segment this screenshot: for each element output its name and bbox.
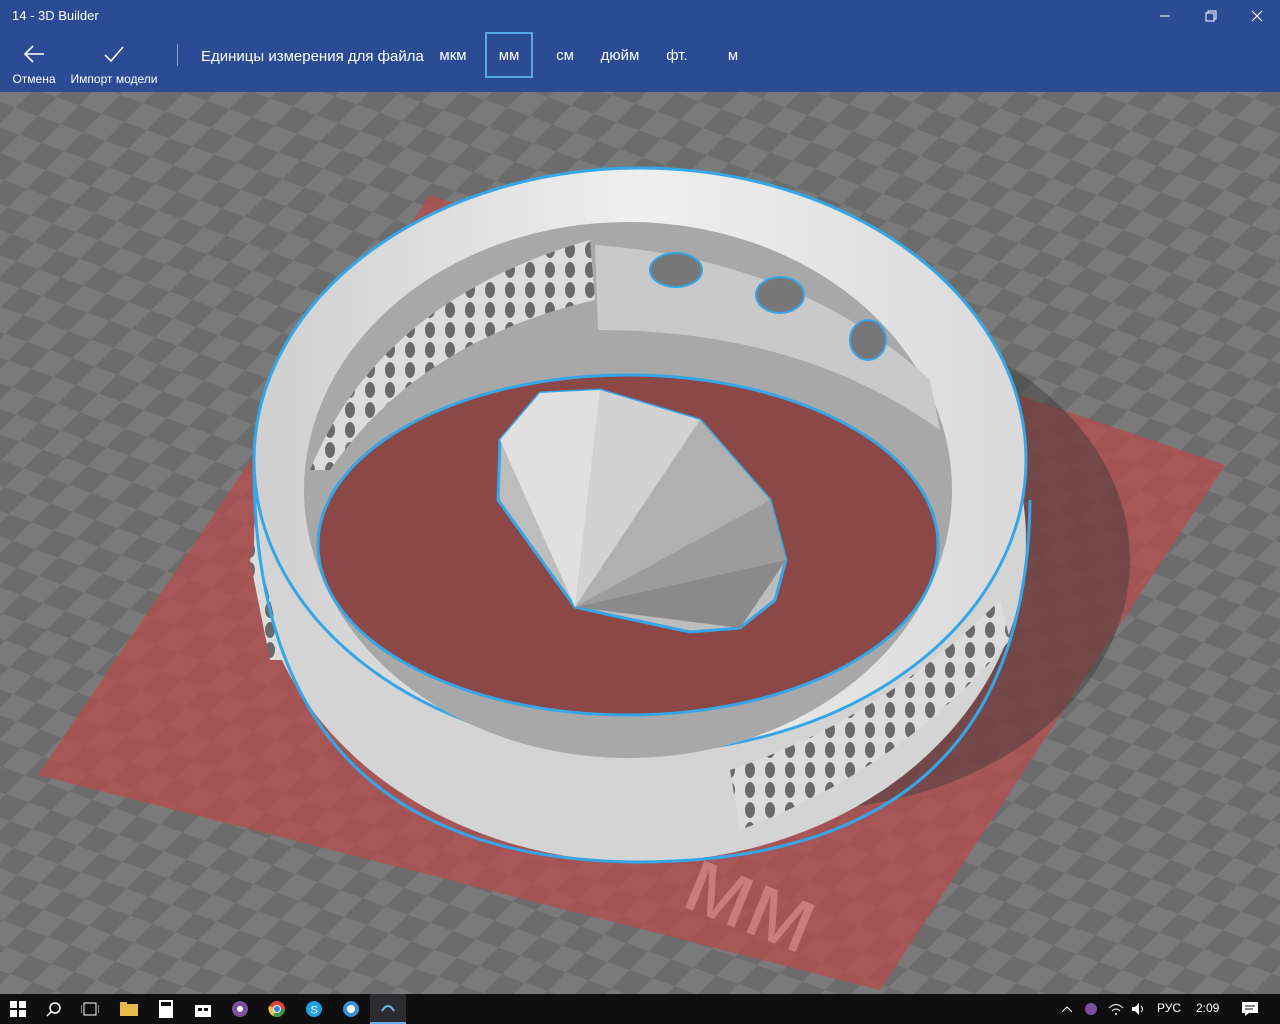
task-view-icon xyxy=(81,1002,99,1016)
unit-m[interactable]: м xyxy=(720,32,746,78)
taskbar-skype[interactable]: S xyxy=(296,994,332,1024)
skype-icon: S xyxy=(306,1001,322,1017)
search-button[interactable] xyxy=(36,994,72,1024)
hole-2 xyxy=(755,276,805,314)
search-icon xyxy=(46,1002,61,1017)
store-icon xyxy=(195,1005,211,1017)
app-circle-icon xyxy=(343,1001,359,1017)
unit-ft[interactable]: фт. xyxy=(660,32,694,78)
tray-expand[interactable] xyxy=(1056,994,1078,1024)
taskbar-chrome[interactable] xyxy=(259,994,295,1024)
restore-icon xyxy=(1205,10,1217,22)
close-icon xyxy=(1251,10,1263,22)
taskbar-3d-builder[interactable] xyxy=(370,994,406,1024)
scene-canvas: мм xyxy=(0,92,1280,994)
task-view-button[interactable] xyxy=(72,994,108,1024)
notifications-icon xyxy=(1242,1002,1258,1016)
cancel-label: Отмена xyxy=(12,72,56,86)
hole-3 xyxy=(849,319,887,361)
3d-viewport[interactable]: мм xyxy=(0,92,1280,994)
hole-1 xyxy=(649,252,703,288)
taskbar-explorer[interactable] xyxy=(111,994,147,1024)
viber-icon xyxy=(232,1001,248,1017)
taskbar-store[interactable] xyxy=(185,994,221,1024)
import-model-label: Импорт модели xyxy=(70,72,158,86)
3d-builder-icon xyxy=(381,1005,395,1012)
back-arrow-icon xyxy=(23,45,44,63)
taskbar-app[interactable] xyxy=(333,994,369,1024)
volume-icon xyxy=(1132,1003,1143,1015)
chevron-up-icon xyxy=(1062,1006,1072,1012)
language-indicator[interactable]: РУС xyxy=(1157,1001,1181,1015)
toolbar-separator xyxy=(177,44,178,66)
windows-logo-icon xyxy=(10,1001,26,1017)
unit-inch[interactable]: дюйм xyxy=(596,32,644,78)
action-center-button[interactable] xyxy=(1232,994,1268,1024)
calculator-icon xyxy=(159,1000,173,1018)
checkmark-icon xyxy=(104,46,124,63)
cancel-button[interactable]: Отмена xyxy=(8,32,60,92)
unit-cm[interactable]: см xyxy=(548,32,582,78)
viber-tray-icon xyxy=(1085,1003,1097,1015)
taskbar-calculator[interactable] xyxy=(148,994,184,1024)
chrome-icon xyxy=(268,1001,286,1018)
import-model-button[interactable]: Импорт модели xyxy=(66,32,162,92)
svg-text:S: S xyxy=(311,1005,318,1017)
clock[interactable]: 2:09 xyxy=(1196,1001,1219,1015)
start-button[interactable] xyxy=(0,994,36,1024)
units-label: Единицы измерения для файла xyxy=(201,48,424,65)
restore-button[interactable] xyxy=(1188,0,1234,32)
title-bar: 14 - 3D Builder xyxy=(0,0,1280,32)
folder-icon xyxy=(120,1002,138,1016)
wifi-icon xyxy=(1108,1004,1124,1015)
minimize-button[interactable] xyxy=(1142,0,1188,32)
close-button[interactable] xyxy=(1234,0,1280,32)
taskbar: S РУС 2:09 xyxy=(0,994,1280,1024)
tray-viber[interactable] xyxy=(1080,994,1102,1024)
unit-mm[interactable]: мм xyxy=(485,32,533,78)
taskbar-viber[interactable] xyxy=(222,994,258,1024)
minimize-icon xyxy=(1160,15,1170,17)
tray-network[interactable] xyxy=(1105,994,1127,1024)
window-title: 14 - 3D Builder xyxy=(12,8,99,23)
unit-um[interactable]: мкм xyxy=(432,32,474,78)
tray-volume[interactable] xyxy=(1128,994,1150,1024)
command-bar: Отмена Импорт модели Единицы измерения д… xyxy=(0,32,1280,92)
